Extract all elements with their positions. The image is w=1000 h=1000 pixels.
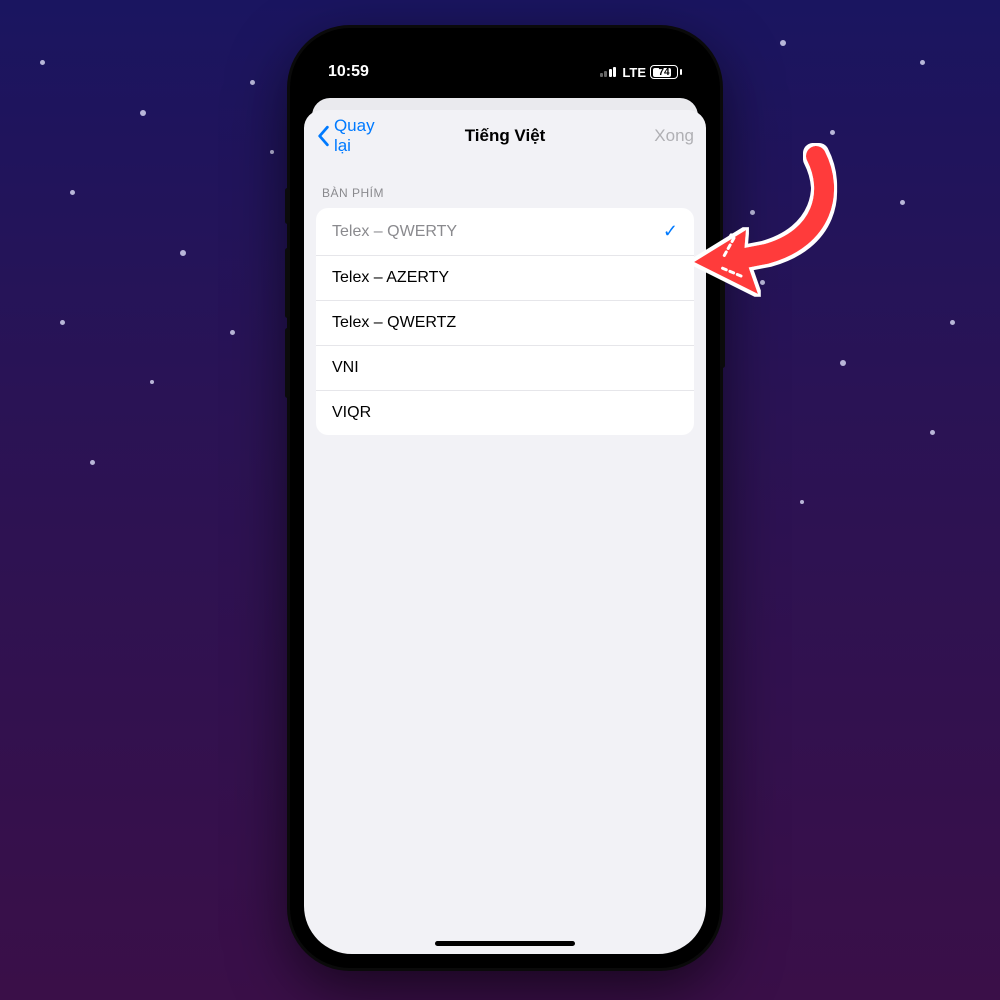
list-item-label: Telex – AZERTY: [332, 269, 449, 287]
keyboard-option-viqr[interactable]: VIQR: [316, 391, 694, 435]
phone-frame: 10:59 LTE 74 Quay lại: [290, 28, 720, 968]
back-label: Quay lại: [334, 116, 396, 156]
cellular-signal-icon: [600, 67, 617, 77]
network-label: LTE: [622, 65, 646, 80]
keyboard-list: Telex – QWERTY ✓ Telex – AZERTY Telex – …: [316, 208, 694, 435]
list-item-label: VNI: [332, 359, 359, 377]
list-item-label: Telex – QWERTY: [332, 223, 457, 241]
checkmark-icon: ✓: [663, 221, 678, 242]
keyboard-option-telex-qwertz[interactable]: Telex – QWERTZ: [316, 301, 694, 346]
list-item-label: VIQR: [332, 404, 371, 422]
page-title: Tiếng Việt: [396, 126, 614, 146]
screen: 10:59 LTE 74 Quay lại: [304, 42, 706, 954]
list-item-label: Telex – QWERTZ: [332, 314, 456, 332]
home-indicator: [435, 941, 575, 946]
volume-down-button: [285, 328, 290, 398]
chevron-left-icon: [316, 125, 330, 147]
settings-sheet: Quay lại Tiếng Việt Xong BÀN PHÍM Telex …: [304, 110, 706, 954]
power-button: [720, 268, 725, 368]
volume-up-button: [285, 248, 290, 318]
battery-icon: 74: [650, 65, 682, 79]
keyboard-option-telex-azerty[interactable]: Telex – AZERTY: [316, 256, 694, 301]
keyboard-option-vni[interactable]: VNI: [316, 346, 694, 391]
notch: [415, 42, 595, 72]
section-header: BÀN PHÍM: [304, 162, 706, 208]
keyboard-option-telex-qwerty[interactable]: Telex – QWERTY ✓: [316, 208, 694, 256]
status-time: 10:59: [328, 63, 369, 81]
done-button[interactable]: Xong: [614, 126, 694, 146]
nav-bar: Quay lại Tiếng Việt Xong: [304, 110, 706, 162]
mute-switch: [285, 188, 290, 224]
back-button[interactable]: Quay lại: [316, 116, 396, 156]
